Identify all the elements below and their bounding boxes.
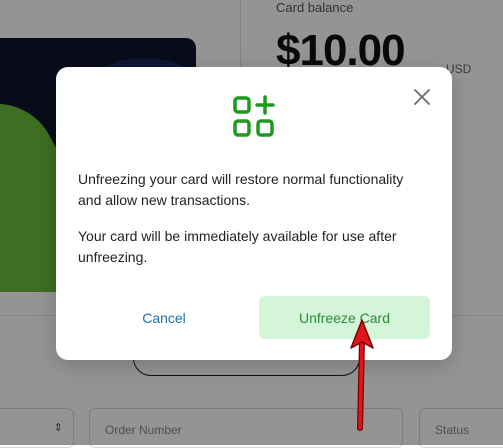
cancel-button[interactable]: Cancel [78, 296, 250, 339]
close-button[interactable] [410, 85, 434, 109]
dialog-message: Your card will be immediately available … [78, 228, 397, 265]
unfreeze-card-dialog: Unfreezing your card will restore normal… [56, 67, 452, 360]
apps-plus-icon [233, 95, 275, 137]
close-icon [414, 89, 430, 105]
dialog-message: Unfreezing your card will restore normal… [78, 171, 404, 208]
annotation-arrow-icon [350, 319, 374, 431]
